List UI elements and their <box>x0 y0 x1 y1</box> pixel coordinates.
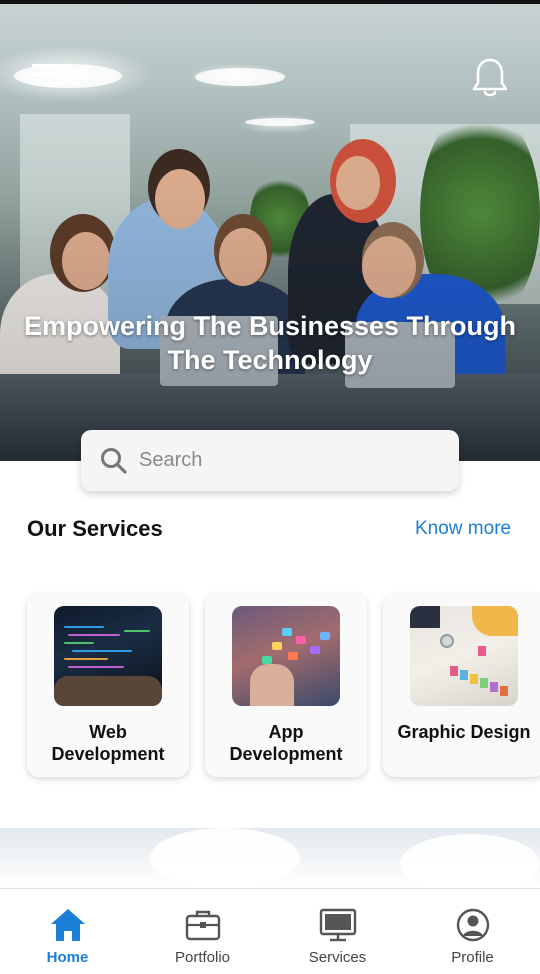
hero-overlay <box>0 4 540 461</box>
person-shirt <box>472 606 518 636</box>
color-swatch <box>500 686 508 696</box>
hands <box>54 676 162 706</box>
know-more-link[interactable]: Know more <box>415 518 511 540</box>
service-card-app-development[interactable]: App Development <box>205 594 367 777</box>
service-label-line: Development <box>51 744 165 764</box>
user-circle-icon <box>456 908 489 942</box>
bottom-tab-bar: Home Portfolio Services Profile <box>0 888 540 974</box>
service-label: App Development <box>205 721 367 765</box>
service-label-line: App <box>268 722 304 742</box>
briefcase-icon <box>185 910 220 941</box>
tab-label: Portfolio <box>174 949 231 966</box>
hero-title-line: The Technology <box>167 345 373 375</box>
color-swatch <box>490 682 498 692</box>
search-icon <box>101 447 127 474</box>
app-tile <box>288 652 298 660</box>
color-swatch <box>480 678 488 688</box>
code-line <box>72 650 132 652</box>
menu-line <box>32 73 66 76</box>
tab-services[interactable]: Services <box>270 889 405 974</box>
hero-title-line: Empowering The Businesses Through <box>23 311 517 341</box>
bell-icon[interactable] <box>470 56 510 100</box>
color-swatch <box>450 666 458 676</box>
service-label: Web Development <box>27 721 189 765</box>
app-development-image <box>232 606 340 706</box>
hamburger-menu-icon[interactable] <box>32 64 68 92</box>
hand <box>250 664 294 706</box>
tab-label: Profile <box>451 949 494 966</box>
service-card-web-development[interactable]: Web Development <box>27 594 189 777</box>
hero-title: Empowering The Businesses Through The Te… <box>0 309 540 377</box>
color-swatch <box>470 674 478 684</box>
laptop-corner <box>410 606 440 628</box>
mug <box>440 634 454 648</box>
monitor-icon <box>319 908 356 942</box>
code-line <box>64 642 94 644</box>
code-line <box>124 630 150 632</box>
search-input[interactable] <box>139 449 439 472</box>
service-label: Graphic Design <box>383 721 540 743</box>
home-icon <box>50 909 85 941</box>
tab-home[interactable]: Home <box>0 889 135 974</box>
search-bar[interactable] <box>81 430 459 491</box>
app-tile <box>282 628 292 636</box>
app-tile <box>320 632 330 640</box>
code-line <box>68 634 120 636</box>
app-tile <box>296 636 306 644</box>
color-swatch <box>460 670 468 680</box>
tab-portfolio[interactable]: Portfolio <box>135 889 270 974</box>
tab-label: Services <box>308 949 367 966</box>
banner-shape <box>400 834 540 894</box>
web-development-image <box>54 606 162 706</box>
app-tile <box>310 646 320 654</box>
app-tile <box>272 642 282 650</box>
code-line <box>64 626 104 628</box>
service-label-line: Development <box>229 744 343 764</box>
menu-line <box>32 82 66 85</box>
hero-banner-image <box>0 4 540 461</box>
tab-label: Home <box>46 949 89 966</box>
code-line <box>64 658 108 660</box>
service-label-line: Web <box>89 722 127 742</box>
service-label-line: Graphic Design <box>397 722 531 742</box>
tab-profile[interactable]: Profile <box>405 889 540 974</box>
code-line <box>68 666 124 668</box>
menu-line <box>32 64 66 67</box>
graphic-design-image <box>410 606 518 706</box>
promo-banner-image <box>0 828 540 894</box>
app-tile <box>262 656 272 664</box>
color-swatch <box>478 646 486 656</box>
banner-shape <box>150 828 300 888</box>
section-title: Our Services <box>27 516 163 541</box>
service-card-graphic-design[interactable]: Graphic Design <box>383 594 540 777</box>
